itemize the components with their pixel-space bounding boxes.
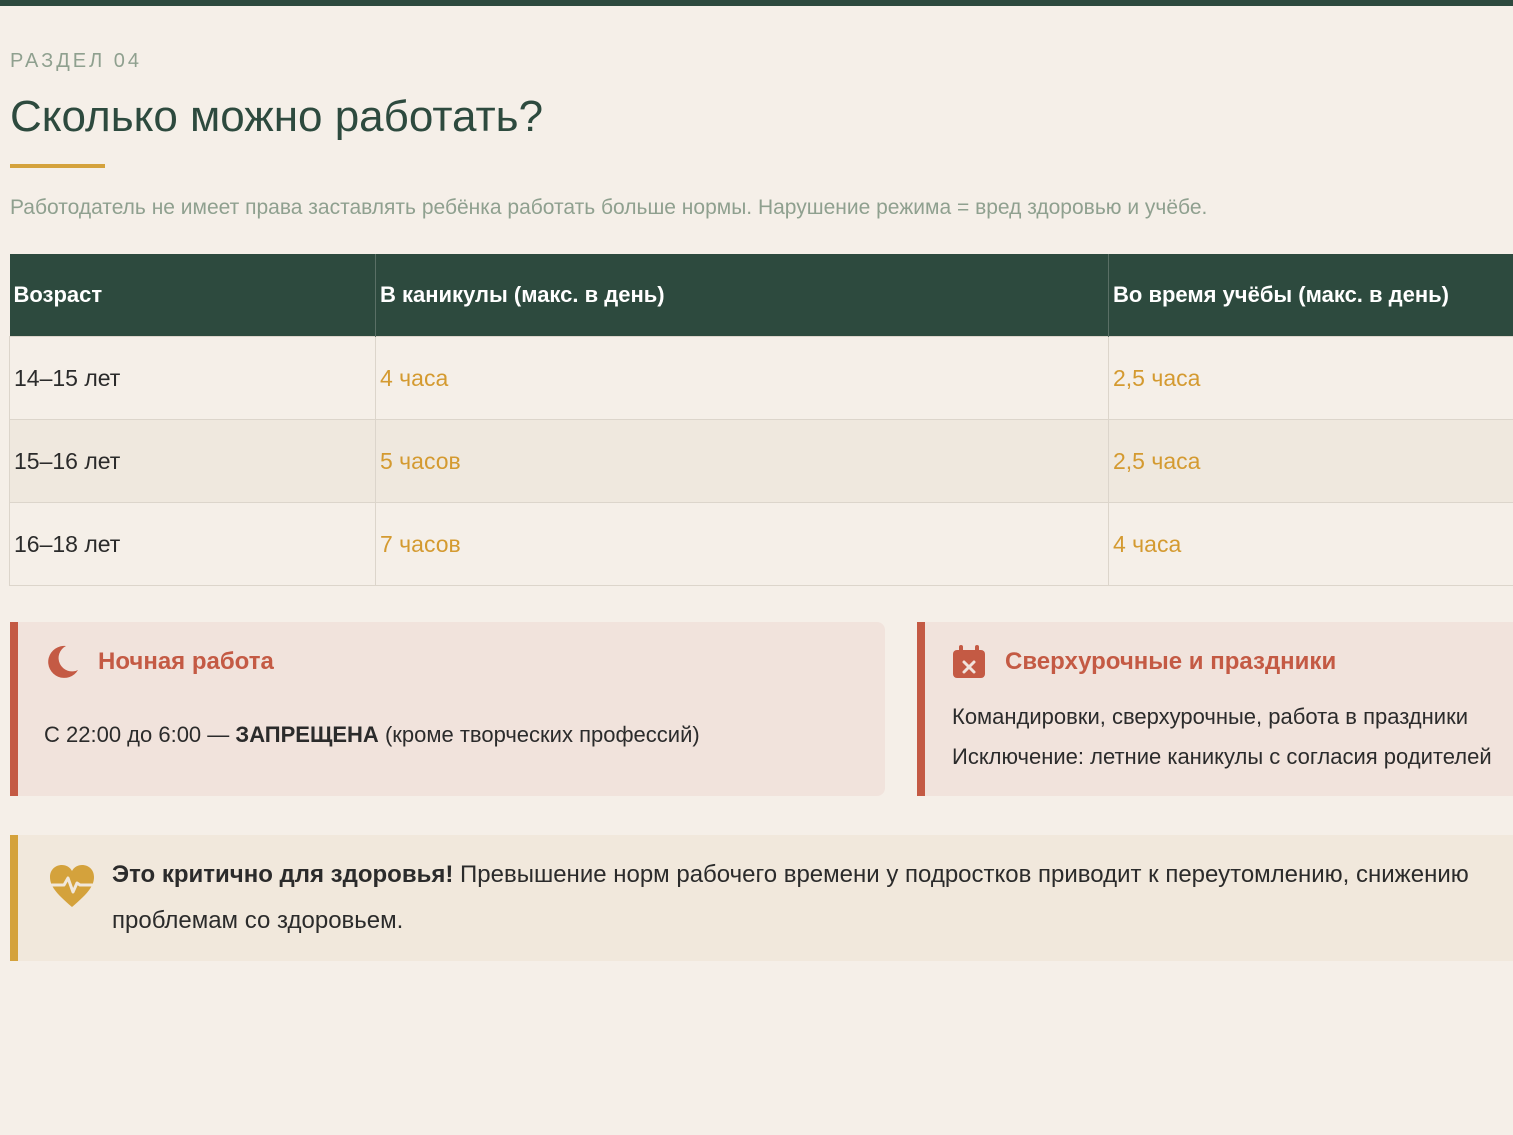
age-cell: 15–16 лет — [9, 419, 376, 503]
night-work-text-before: С 22:00 до 6:00 — — [44, 722, 236, 747]
heart-pulse-icon — [48, 863, 96, 911]
night-work-text-after: (кроме творческих профессий) — [378, 722, 700, 747]
moon-icon — [44, 644, 80, 680]
overtime-card-header: Сверхурочные и праздники — [951, 644, 1336, 680]
night-work-title: Ночная работа — [98, 648, 274, 675]
health-alert: Это критично для здоровья! Превышение но… — [10, 835, 1513, 961]
title-underline — [10, 164, 105, 168]
health-alert-line2: проблемам со здоровьем. — [112, 907, 404, 934]
night-work-forbidden: ЗАПРЕЩЕНА — [235, 722, 379, 747]
overtime-text-line1: Командировки, сверхурочные, работа в пра… — [952, 704, 1469, 729]
age-cell: 16–18 лет — [9, 502, 376, 586]
school-cell: 2,5 часа — [1108, 419, 1513, 503]
overtime-card: Сверхурочные и праздники Командировки, с… — [917, 622, 1513, 796]
table-row: 16–18 лет 7 часов 4 часа — [9, 502, 1513, 586]
school-cell: 2,5 часа — [1108, 336, 1513, 420]
header-age: Возраст — [9, 254, 376, 337]
health-alert-text: Превышение норм рабочего времени у подро… — [453, 861, 1469, 888]
intro-text: Работодатель не имеет права заставлять р… — [10, 196, 1208, 219]
section-label: РАЗДЕЛ 04 — [10, 50, 143, 72]
health-alert-strong: Это критично для здоровья! — [112, 861, 454, 888]
health-alert-line1: Это критично для здоровья! Превышение но… — [112, 861, 1469, 889]
working-hours-table: Возраст В каникулы (макс. в день) Во вре… — [9, 254, 1513, 586]
night-work-card: Ночная работа С 22:00 до 6:00 — ЗАПРЕЩЕН… — [10, 622, 885, 796]
holidays-cell: 4 часа — [375, 336, 1109, 420]
calendar-x-icon — [951, 644, 987, 680]
school-cell: 4 часа — [1108, 502, 1513, 586]
night-work-text: С 22:00 до 6:00 — ЗАПРЕЩЕНА (кроме творч… — [44, 722, 700, 748]
night-work-card-header: Ночная работа — [44, 644, 274, 680]
overtime-title: Сверхурочные и праздники — [1005, 648, 1337, 675]
holidays-cell: 5 часов — [375, 419, 1109, 503]
top-accent-bar — [0, 0, 1513, 6]
header-holidays: В каникулы (макс. в день) — [375, 254, 1109, 337]
table-row: 15–16 лет 5 часов 2,5 часа — [9, 419, 1513, 503]
age-cell: 14–15 лет — [9, 336, 376, 420]
header-school: Во время учёбы (макс. в день) — [1108, 254, 1513, 337]
page-title: Сколько можно работать? — [10, 92, 544, 141]
table-row: 14–15 лет 4 часа 2,5 часа — [9, 336, 1513, 420]
overtime-text-line2: Исключение: летние каникулы с согласия р… — [952, 744, 1492, 769]
holidays-cell: 7 часов — [375, 502, 1109, 586]
table-header-row: Возраст В каникулы (макс. в день) Во вре… — [9, 254, 1513, 337]
